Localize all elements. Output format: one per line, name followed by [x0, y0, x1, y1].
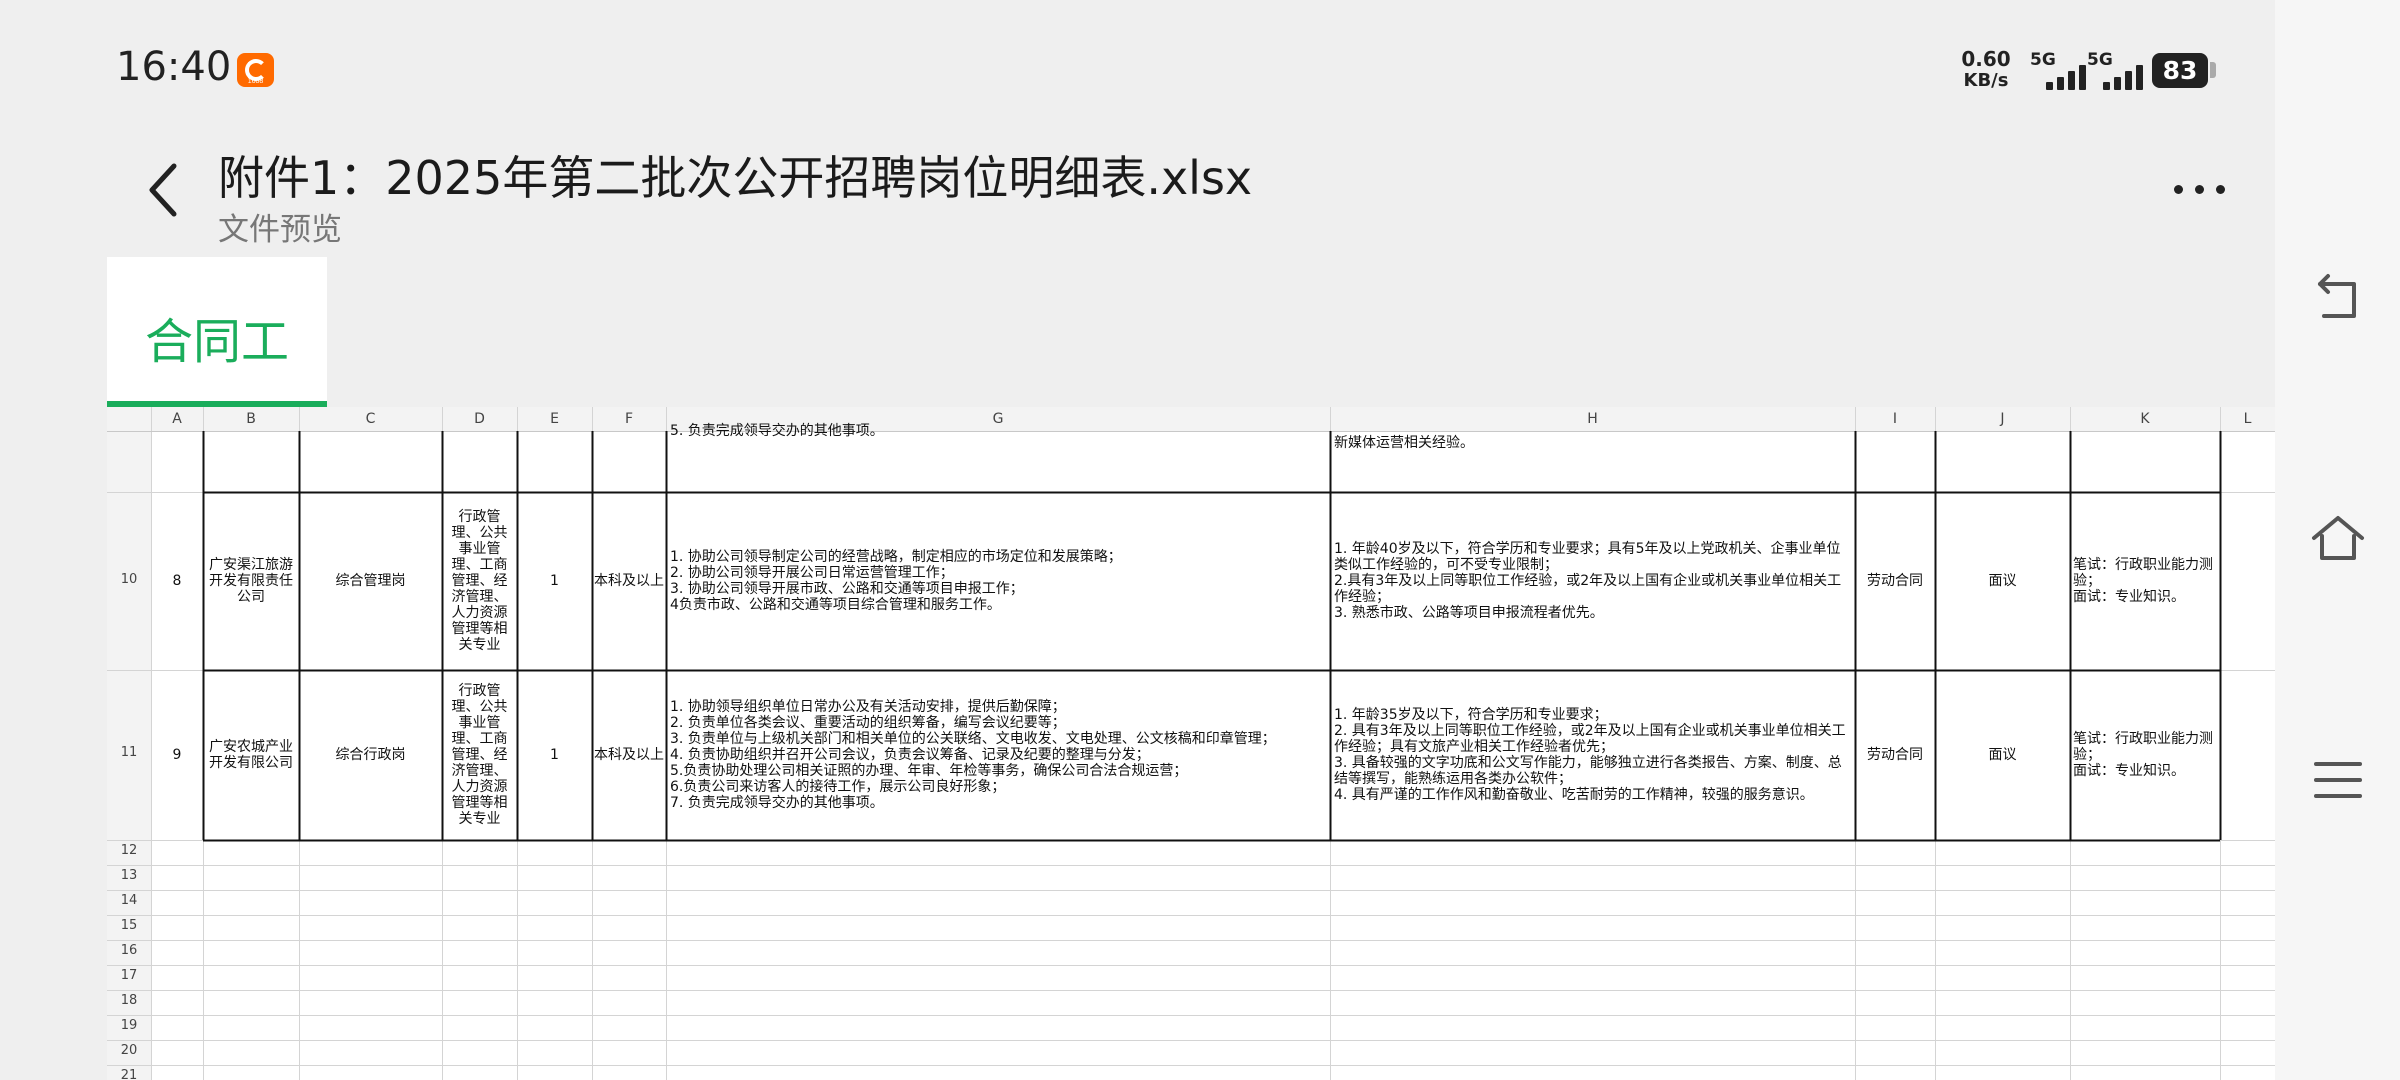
table-cell[interactable]: 本科及以上	[594, 670, 664, 840]
column-header[interactable]: I	[1855, 407, 1935, 431]
table-cell[interactable]: 9	[151, 670, 203, 840]
row-header[interactable]: 13	[107, 868, 151, 883]
row-header[interactable]: 15	[107, 918, 151, 933]
sheet-tab-label: 合同工	[144, 314, 289, 370]
table-cell[interactable]: 综合行政岗	[299, 670, 442, 840]
sheet-tab-strip	[107, 257, 2275, 407]
column-header[interactable]: D	[442, 407, 517, 431]
file-title: 附件1：2025年第二批次公开招聘岗位明细表.xlsx	[218, 151, 1253, 205]
nav-menu-icon[interactable]	[2310, 752, 2366, 808]
nav-back-icon[interactable]	[2310, 270, 2366, 326]
table-cell[interactable]: 广安农城产业开发有限公司	[205, 670, 297, 840]
column-header[interactable]: E	[517, 407, 592, 431]
chevron-left-icon[interactable]	[140, 160, 190, 220]
row-header[interactable]: 17	[107, 968, 151, 983]
table-cell[interactable]: 1. 年龄35岁及以下，符合学历和专业要求； 2. 具有3年及以上同等职位工作经…	[1334, 670, 1851, 840]
table-cell[interactable]: 面议	[1935, 492, 2070, 670]
network-speed-unit: KB/s	[1963, 70, 2009, 91]
table-cell[interactable]: 1. 年龄40岁及以下，符合学历和专业要求；具有5年及以上党政机关、企事业单位类…	[1334, 492, 1851, 670]
battery-icon: 83	[2152, 53, 2208, 88]
app-badge-label: 1688	[247, 78, 264, 85]
column-header[interactable]: C	[299, 407, 442, 431]
status-time: 16:40	[116, 44, 232, 90]
network-speed-value: 0.60	[1961, 47, 2011, 71]
row-header[interactable]: 12	[107, 843, 151, 858]
table-cell[interactable]: 1	[517, 492, 592, 670]
file-subtitle: 文件预览	[218, 212, 342, 248]
table-cell[interactable]: 1	[517, 670, 592, 840]
signal-icon: 5G	[2087, 50, 2149, 90]
table-cell[interactable]: 笔试：行政职业能力测验； 面试：专业知识。	[2073, 670, 2219, 840]
column-header[interactable]: K	[2070, 407, 2220, 431]
row-header[interactable]: 18	[107, 993, 151, 1008]
row-header[interactable]: 16	[107, 943, 151, 958]
table-cell[interactable]: 行政管理、公共事业管理、工商管理、经济管理、人力资源管理等相关专业	[445, 492, 514, 670]
column-header[interactable]: H	[1330, 407, 1855, 431]
table-cell[interactable]: 面议	[1935, 670, 2070, 840]
row-header[interactable]: 19	[107, 1018, 151, 1033]
more-dots-icon[interactable]	[2170, 180, 2230, 200]
sheet-tab-contract-workers[interactable]: 合同工	[107, 257, 327, 407]
alibaba-1688-icon: 1688	[237, 53, 274, 87]
row-header[interactable]: 11	[107, 745, 151, 760]
network-speed: 0.60 KB/s	[1955, 48, 2017, 92]
table-cell[interactable]: 8	[151, 492, 203, 670]
row-header[interactable]: 21	[107, 1068, 151, 1080]
signal-icon: 5G	[2030, 50, 2092, 90]
row-header[interactable]: 10	[107, 572, 151, 587]
table-cell[interactable]: 笔试：行政职业能力测验； 面试：专业知识。	[2073, 492, 2219, 670]
table-cell[interactable]: 行政管理、公共事业管理、工商管理、经济管理、人力资源管理等相关专业	[445, 670, 514, 840]
table-cell[interactable]: 5. 负责完成领导交办的其他事项。	[670, 423, 1325, 453]
column-header[interactable]: A	[151, 407, 203, 431]
table-cell[interactable]: 1. 协助公司领导制定公司的经营战略，制定相应的市场定位和发展策略； 2. 协助…	[670, 492, 1326, 670]
table-cell[interactable]: 综合管理岗	[299, 492, 442, 670]
battery-tip	[2210, 62, 2216, 78]
spreadsheet-grid[interactable]: A B C D E F G H I J K L 5. 负责完成领导交办的其他事项…	[107, 407, 2275, 1080]
table-cell[interactable]: 1. 协助领导组织单位日常办公及有关活动安排，提供后勤保障； 2. 负责单位各类…	[670, 670, 1326, 840]
row-header[interactable]: 14	[107, 893, 151, 908]
table-cell[interactable]: 广安渠江旅游开发有限责任公司	[205, 492, 297, 670]
row-header[interactable]: 20	[107, 1043, 151, 1058]
column-header[interactable]: F	[592, 407, 666, 431]
column-header[interactable]: L	[2220, 407, 2275, 431]
app-screen: 16:40 1688 0.60 KB/s 5G 5G 83 附件1：2025年第…	[0, 0, 2275, 1080]
table-cell[interactable]: 本科及以上	[594, 492, 664, 670]
column-header[interactable]: J	[1935, 407, 2070, 431]
table-cell[interactable]: 新媒体运营相关经验。	[1334, 431, 1849, 453]
system-navigation-bar	[2275, 0, 2400, 1080]
nav-home-icon[interactable]	[2310, 510, 2366, 566]
table-cell[interactable]: 劳动合同	[1855, 492, 1935, 670]
table-cell[interactable]: 劳动合同	[1855, 670, 1935, 840]
column-header[interactable]: B	[203, 407, 299, 431]
